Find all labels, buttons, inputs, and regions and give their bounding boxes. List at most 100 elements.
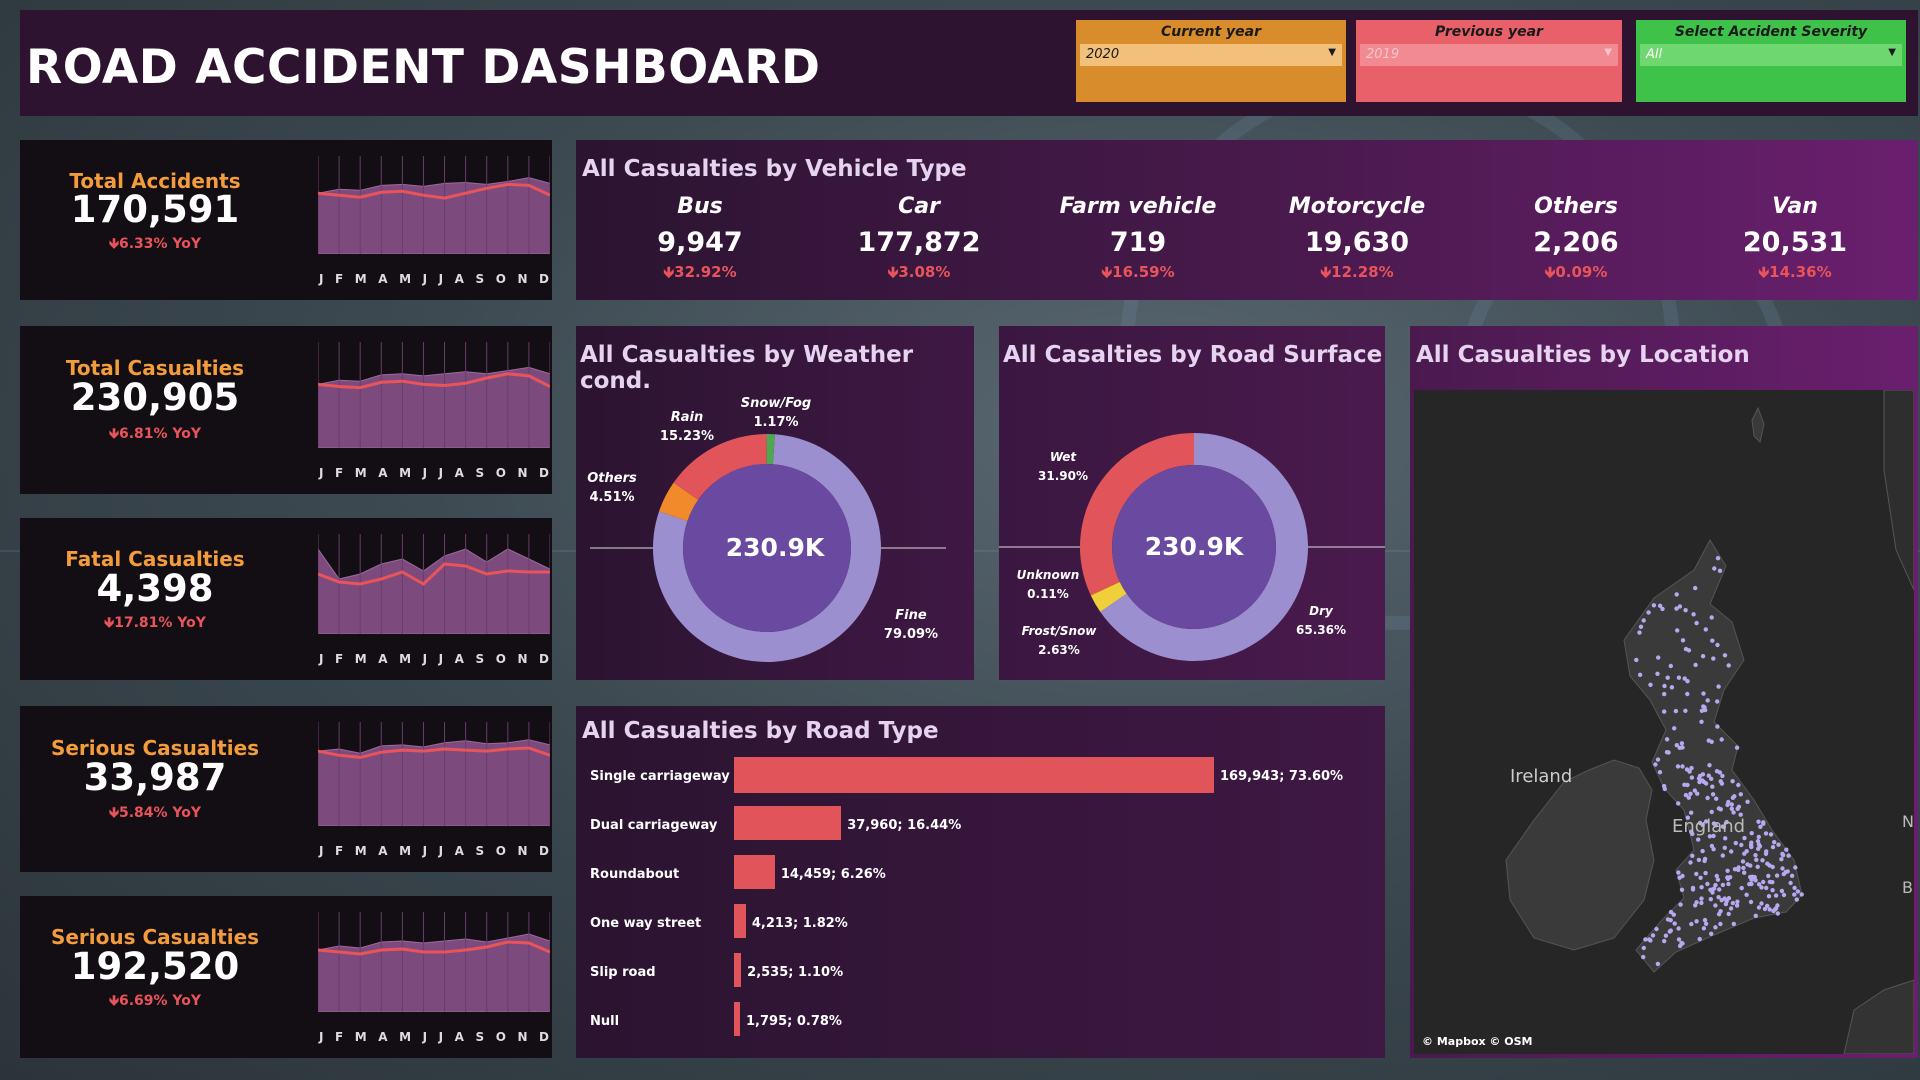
accident-location-point[interactable] xyxy=(1694,871,1699,877)
accident-location-point[interactable] xyxy=(1697,773,1703,779)
accident-location-point[interactable] xyxy=(1705,698,1710,703)
accident-location-point[interactable] xyxy=(1722,653,1728,658)
accident-location-point[interactable] xyxy=(1799,892,1804,897)
accident-location-point[interactable] xyxy=(1763,851,1769,856)
accident-location-point[interactable] xyxy=(1696,837,1701,842)
accident-severity-filter[interactable]: Select Accident Severity All ▼ xyxy=(1636,20,1906,102)
accident-location-point[interactable] xyxy=(1718,921,1723,927)
accident-location-point[interactable] xyxy=(1685,691,1690,697)
accident-location-point[interactable] xyxy=(1693,662,1698,668)
accident-location-point[interactable] xyxy=(1710,792,1716,797)
accident-location-point[interactable] xyxy=(1710,887,1715,892)
accident-location-point[interactable] xyxy=(1715,556,1721,561)
accident-location-point[interactable] xyxy=(1788,880,1793,886)
accident-location-point[interactable] xyxy=(1660,606,1665,612)
accident-location-point[interactable] xyxy=(1742,870,1747,875)
accident-location-point[interactable] xyxy=(1703,870,1708,876)
accident-location-point[interactable] xyxy=(1724,899,1729,904)
accident-location-point[interactable] xyxy=(1765,903,1770,909)
accident-location-point[interactable] xyxy=(1688,860,1693,865)
accident-location-point[interactable] xyxy=(1766,873,1771,879)
accident-location-point[interactable] xyxy=(1680,764,1685,769)
accident-location-point[interactable] xyxy=(1714,796,1719,801)
accident-location-point[interactable] xyxy=(1712,566,1717,571)
accident-location-point[interactable] xyxy=(1765,861,1770,866)
accident-location-point[interactable] xyxy=(1699,900,1704,906)
accident-location-point[interactable] xyxy=(1749,840,1754,845)
accident-location-point[interactable] xyxy=(1739,885,1744,891)
accident-location-point[interactable] xyxy=(1677,604,1683,609)
accident-location-point[interactable] xyxy=(1709,931,1714,936)
location-map[interactable]: Ireland England N B © Mapbox © OSM xyxy=(1414,390,1914,1054)
accident-location-point[interactable] xyxy=(1672,726,1677,731)
accident-location-point[interactable] xyxy=(1745,799,1750,804)
accident-location-point[interactable] xyxy=(1774,873,1780,878)
accident-location-point[interactable] xyxy=(1742,851,1747,856)
accident-location-point[interactable] xyxy=(1731,921,1736,927)
accident-location-point[interactable] xyxy=(1713,903,1718,908)
accident-location-point[interactable] xyxy=(1734,903,1740,908)
road-type-bar[interactable] xyxy=(734,757,1214,793)
accident-location-point[interactable] xyxy=(1725,875,1730,880)
accident-location-point[interactable] xyxy=(1682,676,1687,681)
previous-year-select[interactable]: 2019 ▼ xyxy=(1360,44,1618,66)
accident-location-point[interactable] xyxy=(1705,795,1710,801)
accident-location-point[interactable] xyxy=(1663,933,1669,938)
accident-location-point[interactable] xyxy=(1701,691,1706,696)
accident-location-point[interactable] xyxy=(1656,655,1661,660)
accident-location-point[interactable] xyxy=(1779,888,1785,894)
accident-location-point[interactable] xyxy=(1689,810,1694,815)
accident-location-point[interactable] xyxy=(1717,887,1722,892)
accident-location-point[interactable] xyxy=(1680,745,1685,750)
accident-location-point[interactable] xyxy=(1665,917,1671,922)
previous-year-filter[interactable]: Previous year 2019 ▼ xyxy=(1356,20,1622,102)
accident-location-point[interactable] xyxy=(1764,885,1769,891)
accident-location-point[interactable] xyxy=(1733,840,1738,846)
accident-location-point[interactable] xyxy=(1709,843,1715,849)
accident-location-point[interactable] xyxy=(1726,911,1731,917)
accident-location-point[interactable] xyxy=(1675,628,1680,633)
accident-location-point[interactable] xyxy=(1691,612,1696,617)
accident-location-point[interactable] xyxy=(1766,894,1772,899)
accident-location-point[interactable] xyxy=(1650,933,1656,938)
accident-location-point[interactable] xyxy=(1672,921,1677,926)
accident-location-point[interactable] xyxy=(1676,870,1681,875)
accident-location-point[interactable] xyxy=(1664,750,1670,755)
accident-location-point[interactable] xyxy=(1772,840,1777,845)
accident-location-point[interactable] xyxy=(1740,859,1746,864)
accident-location-point[interactable] xyxy=(1781,892,1787,898)
accident-location-point[interactable] xyxy=(1673,708,1679,714)
accident-location-point[interactable] xyxy=(1760,858,1765,863)
accident-location-point[interactable] xyxy=(1736,782,1741,788)
accident-location-point[interactable] xyxy=(1728,906,1734,911)
accident-location-point[interactable] xyxy=(1634,657,1639,663)
accident-location-point[interactable] xyxy=(1756,846,1761,851)
accident-location-point[interactable] xyxy=(1715,642,1720,648)
accident-location-point[interactable] xyxy=(1719,737,1724,742)
accident-location-point[interactable] xyxy=(1773,893,1779,898)
accident-location-point[interactable] xyxy=(1699,719,1704,724)
accident-location-point[interactable] xyxy=(1714,873,1719,879)
accident-location-point[interactable] xyxy=(1705,881,1710,887)
accident-location-point[interactable] xyxy=(1734,745,1740,750)
accident-location-point[interactable] xyxy=(1694,919,1699,924)
accident-location-point[interactable] xyxy=(1735,806,1740,811)
accident-location-point[interactable] xyxy=(1676,801,1681,806)
accident-location-point[interactable] xyxy=(1694,620,1699,626)
accident-location-point[interactable] xyxy=(1770,844,1776,850)
accident-location-point[interactable] xyxy=(1725,868,1730,873)
accident-location-point[interactable] xyxy=(1688,791,1693,796)
accident-location-point[interactable] xyxy=(1679,741,1685,746)
accident-location-point[interactable] xyxy=(1715,877,1721,882)
accident-location-point[interactable] xyxy=(1678,902,1683,907)
accident-location-point[interactable] xyxy=(1789,873,1795,878)
accident-location-point[interactable] xyxy=(1739,842,1744,848)
accident-location-point[interactable] xyxy=(1748,899,1754,905)
accident-location-point[interactable] xyxy=(1700,654,1706,659)
accident-location-point[interactable] xyxy=(1655,757,1661,762)
accident-location-point[interactable] xyxy=(1763,831,1769,836)
accident-location-point[interactable] xyxy=(1698,875,1703,880)
accident-location-point[interactable] xyxy=(1718,807,1723,812)
accident-location-point[interactable] xyxy=(1729,806,1734,811)
accident-location-point[interactable] xyxy=(1693,585,1698,591)
